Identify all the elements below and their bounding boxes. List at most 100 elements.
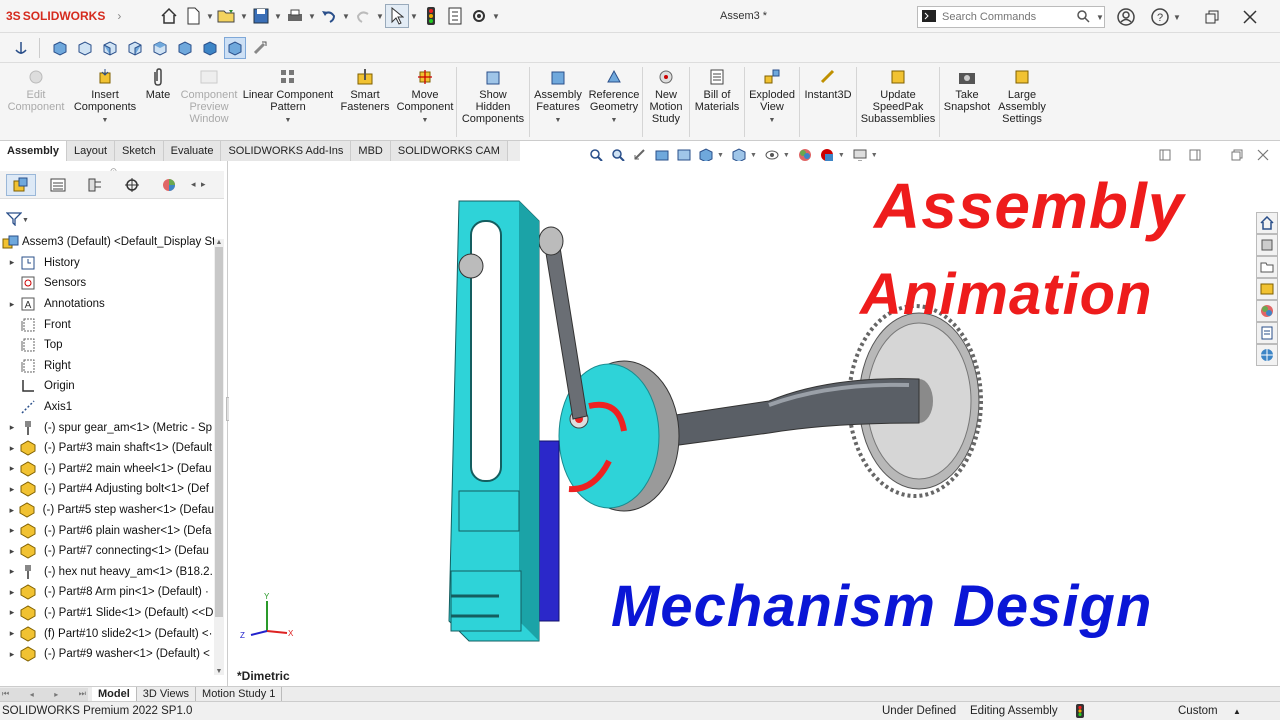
large-assembly-settings-button[interactable]: Large Assembly Settings (994, 63, 1050, 140)
view-top-icon[interactable] (149, 37, 171, 59)
expand-arrow-icon[interactable]: ▸ (6, 484, 18, 495)
expand-arrow-icon[interactable]: ▸ (6, 649, 18, 660)
view-dimetric-icon[interactable] (224, 36, 246, 59)
expand-arrow-icon[interactable]: ▸ (6, 525, 18, 536)
view-bottom-icon[interactable] (174, 37, 196, 59)
tab-assembly[interactable]: Assembly (0, 141, 67, 161)
rebuild-traffic-light-icon[interactable] (419, 4, 443, 28)
view-back-icon[interactable] (74, 37, 96, 59)
view-isometric-icon[interactable] (199, 37, 221, 59)
scroll-thumb[interactable] (215, 247, 223, 617)
chevron-right-icon[interactable]: › (117, 9, 121, 23)
chevron-down-icon[interactable]: ▼ (409, 12, 419, 21)
chevron-down-icon[interactable]: ▼ (871, 152, 878, 159)
custom-properties-icon[interactable] (1256, 322, 1278, 344)
chevron-down-icon[interactable]: ▼ (717, 152, 724, 159)
undo-icon[interactable] (317, 4, 341, 28)
expand-arrow-icon[interactable]: ▸ (6, 505, 18, 516)
graphics-area[interactable]: Assembly Animation Mechanism Design Y X … (229, 161, 1280, 686)
tree-item[interactable]: ▸ (-) Part#8 Arm pin<1> (Default) · (0, 582, 214, 603)
chevron-down-icon[interactable]: ▼ (1172, 13, 1182, 22)
expand-arrow-icon[interactable]: ▸ (6, 566, 18, 577)
dimxpert-manager-tab-icon[interactable] (117, 174, 147, 196)
vertical-scrollbar[interactable]: ▲ ▼ (214, 239, 224, 675)
insert-components-button[interactable]: Insert Components ▼ (72, 63, 138, 140)
tree-item[interactable]: ▸ (-) Part#5 step washer<1> (Defau (0, 500, 214, 521)
help-icon[interactable]: ? (1148, 5, 1172, 29)
rebuild-status-icon[interactable] (1076, 704, 1084, 721)
tabs-scroll-right-icon[interactable]: ▸ (201, 179, 211, 190)
chevron-down-icon[interactable]: ▼ (750, 152, 757, 159)
new-motion-study-button[interactable]: New Motion Study (643, 63, 689, 140)
exploded-view-button[interactable]: Exploded View ▼ (745, 63, 799, 140)
mate-button[interactable]: Mate (138, 63, 178, 140)
configuration-manager-tab-icon[interactable] (80, 174, 110, 196)
tree-item[interactable]: ▸ (-) Part#3 main shaft<1> (Default (0, 438, 214, 459)
first-tab-icon[interactable]: ⏮ (2, 689, 9, 699)
expand-arrow-icon[interactable]: ▸ (6, 628, 18, 639)
edit-component-button[interactable]: Edit Component (0, 63, 72, 140)
expand-arrow-icon[interactable]: ▸ (6, 422, 18, 433)
expand-arrow-icon[interactable]: ▸ (6, 463, 18, 474)
tree-item[interactable]: ▸ (-) hex nut heavy_am<1> (B18.2. (0, 562, 214, 583)
tree-root-assembly[interactable]: Assem3 (Default) <Default_Display Sta (0, 232, 214, 253)
tab-scroll-buttons[interactable]: ⏮ ◂ ▸ ⏭ (0, 687, 88, 701)
tab-layout[interactable]: Layout (66, 141, 116, 161)
file-explorer-icon[interactable] (1256, 256, 1278, 278)
show-hidden-components-button[interactable]: Show Hidden Components (457, 63, 529, 140)
smart-fasteners-button[interactable]: Smart Fasteners (336, 63, 394, 140)
view-left-icon[interactable] (99, 37, 121, 59)
expand-arrow-icon[interactable]: ▸ (6, 607, 18, 618)
tab-model[interactable]: Model (92, 686, 137, 702)
search-commands-box[interactable]: ▼ (917, 6, 1105, 28)
solidworks-resources-icon[interactable] (1256, 212, 1278, 234)
chevron-down-icon[interactable]: ▼ (341, 12, 351, 21)
take-snapshot-button[interactable]: Take Snapshot (940, 63, 994, 140)
tree-item[interactable]: ▸ (-) Part#6 plain washer<1> (Defa (0, 520, 214, 541)
chevron-down-icon[interactable]: ▼ (285, 115, 292, 127)
expand-arrow-icon[interactable]: ▸ (6, 299, 18, 310)
tabs-scroll-left-icon[interactable]: ◂ (191, 179, 201, 190)
display-manager-tab-icon[interactable] (154, 174, 184, 196)
tree-item[interactable]: Sensors (0, 273, 214, 294)
tree-item[interactable]: Axis1 (0, 397, 214, 418)
expand-arrow-icon[interactable]: ▸ (6, 257, 18, 268)
chevron-down-icon[interactable]: ▼ (102, 115, 109, 127)
tree-item[interactable]: Top (0, 335, 214, 356)
design-library-icon[interactable] (1256, 234, 1278, 256)
tree-item[interactable]: ▸ (-) Part#4 Adjusting bolt<1> (Def (0, 479, 214, 500)
tree-item[interactable]: ▸ (-) Part#7 connecting<1> (Defau (0, 541, 214, 562)
chevron-down-icon[interactable]: ▼ (1096, 13, 1104, 22)
unit-system-dropdown-icon[interactable]: ▲ (1233, 707, 1241, 716)
chevron-down-icon[interactable]: ▼ (555, 115, 562, 127)
filter-icon[interactable] (5, 211, 23, 229)
chevron-down-icon[interactable]: ▼ (375, 12, 385, 21)
tab-motion-study-1[interactable]: Motion Study 1 (196, 686, 283, 702)
next-tab-icon[interactable]: ▸ (54, 690, 58, 699)
file-properties-icon[interactable] (443, 4, 467, 28)
anchor-origin-icon[interactable] (10, 37, 32, 59)
reference-geometry-button[interactable]: Reference Geometry ▼ (586, 63, 642, 140)
tree-item[interactable]: Right (0, 356, 214, 377)
expand-arrow-icon[interactable]: ▸ (6, 443, 18, 454)
view-right-icon[interactable] (124, 37, 146, 59)
new-document-icon[interactable] (181, 4, 205, 28)
chevron-down-icon[interactable]: ▼ (239, 12, 249, 21)
chevron-down-icon[interactable]: ▼ (838, 152, 845, 159)
chevron-down-icon[interactable]: ▼ (783, 152, 790, 159)
normal-to-icon[interactable] (249, 37, 271, 59)
restore-window-icon[interactable] (1200, 5, 1224, 29)
close-icon[interactable] (1238, 5, 1262, 29)
open-folder-icon[interactable] (215, 4, 239, 28)
component-preview-window-button[interactable]: Component Preview Window (178, 63, 240, 140)
tab-solidworks-addins[interactable]: SOLIDWORKS Add-Ins (221, 141, 352, 161)
instant3d-button[interactable]: Instant3D (800, 63, 856, 140)
search-input[interactable] (942, 11, 1072, 23)
print-icon[interactable] (283, 4, 307, 28)
redo-icon[interactable] (351, 4, 375, 28)
search-icon[interactable] (1076, 9, 1090, 26)
select-arrow-icon[interactable] (385, 4, 409, 28)
tab-3d-views[interactable]: 3D Views (137, 686, 197, 702)
previous-tab-icon[interactable]: ◂ (30, 690, 34, 699)
scroll-up-icon[interactable]: ▲ (214, 239, 224, 246)
